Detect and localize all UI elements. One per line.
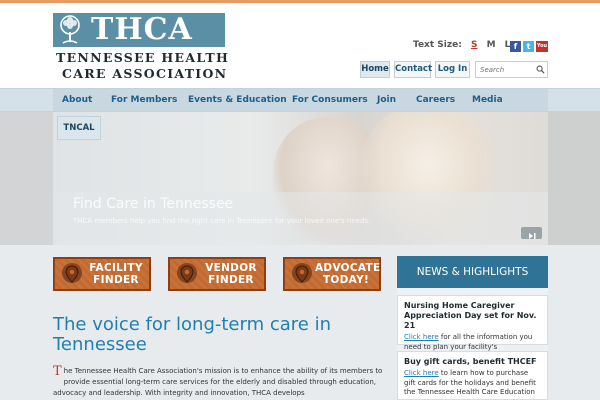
map-pin-icon: [292, 263, 312, 283]
hero-side-right: [548, 112, 600, 245]
main-navigation-inner: About For Members Events & Education For…: [53, 89, 548, 111]
nav-for-consumers[interactable]: For Consumers: [292, 89, 368, 111]
nav-join[interactable]: Join: [377, 89, 396, 111]
contact-button[interactable]: Contact: [394, 61, 432, 78]
nav-for-members[interactable]: For Members: [111, 89, 177, 111]
nav-events-education[interactable]: Events & Education: [188, 89, 287, 111]
facility-finder-button[interactable]: FACILITY FINDER: [53, 257, 151, 291]
news-highlights-panel: NEWS & HIGHLIGHTS Nursing Home Caregiver…: [397, 256, 548, 400]
login-button[interactable]: Log In: [435, 61, 470, 78]
mission-statement: The Tennessee Health Care Association's …: [53, 364, 383, 399]
logo-banner: THCA: [53, 13, 225, 47]
news-highlights-header: NEWS & HIGHLIGHTS: [397, 256, 548, 288]
logo-line-2: Care Association: [62, 66, 228, 81]
twitter-icon[interactable]: t: [523, 41, 534, 52]
home-button[interactable]: Home: [360, 61, 390, 78]
vendor-finder-button[interactable]: VENDOR FINDER: [168, 257, 266, 291]
mission-text: he Tennessee Health Care Association's m…: [53, 367, 383, 397]
cta-label: FACILITY FINDER: [89, 262, 143, 286]
tab-tncal[interactable]: TNCAL: [57, 116, 101, 140]
text-size-control: Text Size: S M L: [413, 40, 510, 50]
facebook-icon[interactable]: f: [510, 41, 521, 52]
news-item-body: Click here to learn how to purchase gift…: [404, 369, 536, 396]
news-item-link[interactable]: Click here: [404, 333, 439, 341]
text-size-medium[interactable]: M: [487, 40, 496, 50]
search-icon[interactable]: [536, 65, 545, 74]
news-item: Nursing Home Caregiver Appreciation Day …: [397, 295, 548, 360]
mission-dropcap: T: [53, 364, 62, 379]
hero-side-left: [0, 112, 53, 245]
cta-label: VENDOR FINDER: [205, 262, 257, 286]
search-input[interactable]: [476, 62, 534, 77]
text-size-small[interactable]: S: [471, 40, 477, 50]
news-item-title[interactable]: Nursing Home Caregiver Appreciation Day …: [404, 301, 541, 331]
play-icon: [529, 233, 536, 239]
news-item-title[interactable]: Buy gift cards, benefit THCEF: [404, 357, 541, 367]
youtube-icon[interactable]: You: [536, 41, 548, 52]
main-navigation: About For Members Events & Education For…: [0, 88, 600, 112]
logo-abbreviation: THCA: [91, 12, 193, 47]
map-pin-icon: [177, 263, 197, 283]
cta-label: ADVOCATE TODAY!: [315, 262, 381, 286]
page-headline: The voice for long-term care in Tennesse…: [53, 314, 331, 355]
news-item: Buy gift cards, benefit THCEF Click here…: [397, 351, 548, 400]
nav-media[interactable]: Media: [472, 89, 503, 111]
hero-slide: Find Care in Tennessee THCA members help…: [53, 112, 548, 245]
site-header: THCA Tennessee Health Care Association T…: [0, 3, 600, 88]
nav-careers[interactable]: Careers: [416, 89, 455, 111]
tree-icon: [60, 15, 80, 44]
search-box: [475, 61, 548, 78]
slider-play-button[interactable]: [521, 227, 542, 239]
advocate-today-button[interactable]: ADVOCATE TODAY!: [283, 257, 381, 291]
news-item-link[interactable]: Click here: [404, 369, 439, 377]
nav-about[interactable]: About: [62, 89, 92, 111]
hero-caption: THCA members help you find the right car…: [73, 217, 371, 225]
thca-logo[interactable]: THCA Tennessee Health Care Association: [53, 13, 228, 81]
hero-title[interactable]: Find Care in Tennessee: [73, 196, 233, 212]
text-size-label: Text Size:: [413, 40, 462, 50]
logo-line-1: Tennessee Health: [56, 50, 230, 65]
map-pin-icon: [62, 263, 82, 283]
